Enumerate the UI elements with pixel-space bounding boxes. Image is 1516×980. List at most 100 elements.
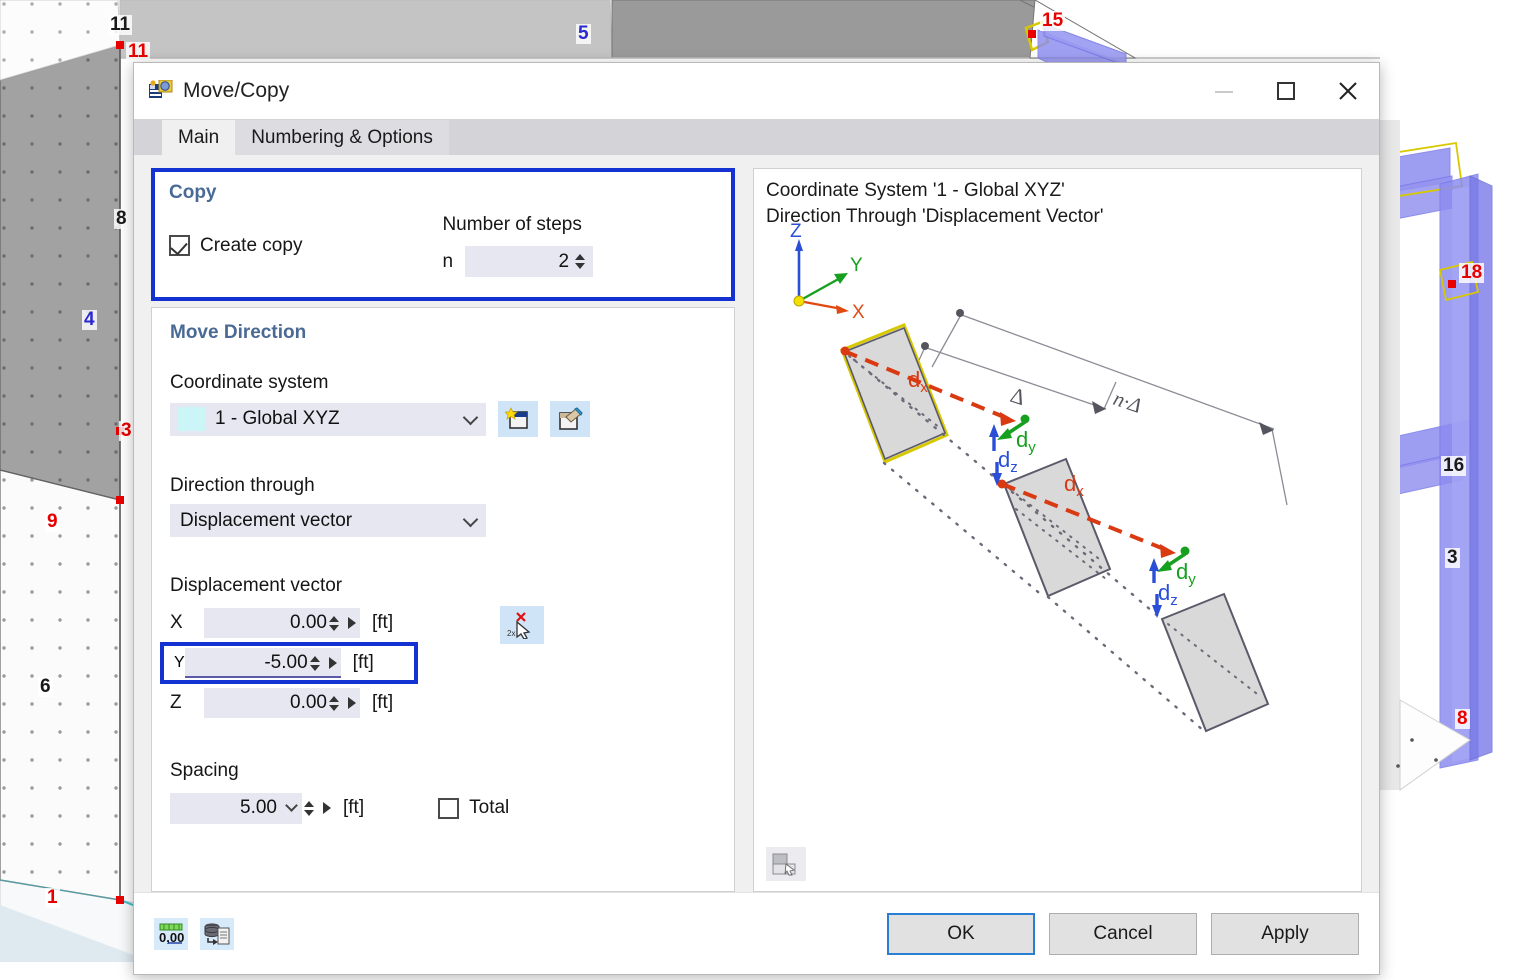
minimize-button[interactable] (1193, 63, 1255, 119)
preview-line1: Coordinate System '1 - Global XYZ' (766, 180, 1065, 201)
node-label: 8 (1455, 708, 1470, 729)
displacement-z-unit: [ft] (372, 692, 394, 713)
svg-text:X: X (852, 302, 865, 323)
spacing-value: 5.00 (240, 797, 277, 818)
node-label: 3 (119, 420, 134, 441)
spacing-spinner[interactable] (304, 800, 316, 816)
svg-text:Y: Y (850, 255, 863, 276)
chevron-down-icon[interactable] (285, 799, 298, 812)
number-of-steps-input[interactable]: 2 (465, 246, 594, 277)
total-checkbox-row[interactable]: Total (438, 797, 509, 819)
units-decimal-places-button[interactable]: 0,00 (154, 917, 188, 950)
number-of-steps-block: Number of steps n 2 (442, 214, 594, 277)
node-label: 15 (1040, 10, 1066, 31)
footer-icon-group: 0,00 (154, 917, 234, 950)
cancel-button[interactable]: Cancel (1049, 912, 1197, 955)
preview-diagram: Z Y X Δ n·Δ dx dx dy dy dz dz (790, 221, 1288, 733)
displacement-z-value: 0.00 (290, 692, 327, 713)
preview-render-mode-button[interactable] (766, 847, 806, 881)
node-label: 11 (126, 41, 151, 62)
displacement-x-input[interactable]: 0.00 (204, 608, 360, 638)
dx-annotation: dx (1064, 471, 1084, 500)
coordinate-system-label: Coordinate system (170, 372, 329, 393)
axis-triad: Z Y X (790, 221, 865, 323)
displacement-z-input[interactable]: 0.00 (204, 688, 360, 718)
displacement-y-unit: [ft] (352, 652, 374, 673)
spacing-label: Spacing (170, 760, 239, 781)
chevron-down-icon (462, 409, 479, 426)
node-label: 4 (82, 309, 97, 330)
preview-pane[interactable]: Coordinate System '1 - Global XYZ' Direc… (753, 168, 1362, 892)
displacement-z-spinner[interactable] (329, 695, 341, 711)
pick-two-points-button[interactable]: 2x (500, 606, 544, 644)
dialog-body: Copy Create copy Number of steps n 2 Mov… (134, 155, 1379, 892)
displacement-x-value: 0.00 (290, 612, 327, 633)
coordinate-system-color-swatch (178, 407, 205, 431)
edit-coordinate-system-button[interactable] (550, 401, 590, 437)
direction-through-label: Direction through (170, 475, 315, 496)
displacement-z-axis-label: Z (170, 692, 182, 713)
node-label: 11 (108, 14, 133, 35)
ok-button[interactable]: OK (887, 912, 1035, 955)
spacing-row: 5.00 [ft] Total (170, 789, 716, 827)
node-label: 16 (1441, 455, 1467, 476)
dz-annotation: dz (998, 447, 1018, 476)
node-label: 9 (45, 511, 60, 532)
n-delta-annotation: n·Δ (1110, 386, 1144, 418)
dy-annotation: dy (1016, 427, 1036, 456)
tab-main[interactable]: Main (162, 120, 236, 155)
displacement-y-input[interactable]: -5.00 (184, 648, 341, 678)
create-copy-checkbox[interactable] (169, 235, 190, 256)
coordinate-system-select[interactable]: 1 - Global XYZ (170, 402, 486, 436)
spacing-expand-icon[interactable] (323, 802, 331, 814)
maximize-button[interactable] (1255, 63, 1317, 119)
tab-numbering-options[interactable]: Numbering & Options (235, 120, 449, 155)
coordinate-system-row: 1 - Global XYZ (170, 401, 716, 437)
displacement-y-value: -5.00 (264, 652, 308, 673)
node-label: 5 (576, 23, 591, 44)
save-as-default-button[interactable] (200, 917, 234, 950)
node-label: 1 (45, 887, 60, 908)
displacement-x-spinner[interactable] (329, 615, 341, 631)
apply-button[interactable]: Apply (1211, 912, 1359, 955)
total-checkbox[interactable] (438, 797, 460, 819)
displacement-y-expand-icon[interactable] (328, 657, 337, 669)
total-label: Total (469, 797, 510, 818)
create-copy-checkbox-row[interactable]: Create copy (169, 214, 302, 277)
n-label: n (442, 250, 454, 272)
spacing-unit: [ft] (343, 797, 365, 818)
movecopy-icon (149, 79, 173, 102)
new-coordinate-system-button[interactable] (498, 401, 538, 437)
number-of-steps-spinner[interactable] (575, 254, 587, 269)
displacement-x-axis-label: X (170, 612, 183, 633)
close-button[interactable] (1317, 63, 1379, 119)
displacement-z-row: Z 0.00 [ft] (170, 684, 716, 722)
displacement-x-unit: [ft] (372, 612, 394, 633)
dx-annotation: dx (908, 367, 928, 396)
move-direction-group: Move Direction Coordinate system 1 - Glo… (151, 307, 735, 892)
displacement-x-expand-icon[interactable] (348, 617, 356, 629)
node-label: 8 (114, 208, 129, 229)
dy-annotation: dy (1176, 559, 1196, 588)
displacement-y-spinner[interactable] (309, 655, 322, 671)
number-of-steps-value: 2 (558, 250, 570, 272)
copy-group-title: Copy (169, 182, 217, 203)
settings-column: Copy Create copy Number of steps n 2 Mov… (151, 168, 735, 892)
chevron-down-icon (462, 511, 479, 527)
spacing-input[interactable]: 5.00 (170, 792, 302, 824)
displacement-z-expand-icon[interactable] (348, 697, 356, 709)
move-copy-dialog: Move/Copy Main Numbering & Options Copy … (133, 62, 1380, 975)
create-copy-label: Create copy (200, 234, 303, 256)
dialog-tabs: Main Numbering & Options (134, 119, 1379, 155)
node-label: 18 (1459, 262, 1485, 283)
direction-through-select[interactable]: Displacement vector (170, 504, 486, 537)
dialog-title: Move/Copy (183, 79, 290, 102)
svg-text:Z: Z (790, 221, 802, 242)
direction-through-value: Displacement vector (180, 509, 353, 531)
node-label: 3 (1445, 547, 1460, 568)
dialog-footer: 0,00 OK Cancel Apply (134, 892, 1379, 974)
preview-column: Coordinate System '1 - Global XYZ' Direc… (753, 168, 1362, 892)
number-of-steps-label: Number of steps (442, 214, 582, 235)
dialog-titlebar: Move/Copy (134, 63, 1379, 119)
coordinate-system-value: 1 - Global XYZ (215, 408, 340, 429)
